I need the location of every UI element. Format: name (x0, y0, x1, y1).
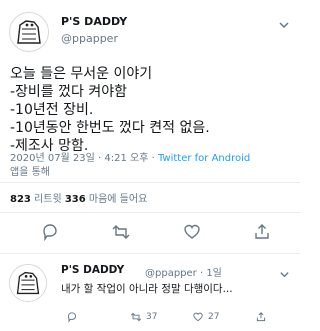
tweet-line: 오늘 들은 무서운 이야기 (10, 66, 153, 82)
action-bar (0, 222, 300, 244)
timestamp: 2020년 07월 23일 · 4:21 오후 · (10, 153, 158, 164)
like-icon[interactable] (182, 222, 202, 242)
share-icon[interactable] (252, 222, 272, 242)
share-icon[interactable] (255, 311, 267, 323)
chevron-down-icon[interactable] (278, 16, 290, 29)
reply-handle-time[interactable]: @ppapper · 1일 (145, 264, 222, 279)
reply-icon[interactable] (40, 222, 60, 242)
like-count[interactable]: 336 (65, 194, 86, 205)
cartoon-avatar-icon (10, 265, 46, 301)
tweet-line: -장비를 껐다 켜야함 (10, 84, 127, 100)
tweet-line: -10년동안 한번도 껐다 켠적 없음. (10, 120, 210, 136)
display-name[interactable]: P'S DADDY (61, 15, 127, 28)
reply-retweet[interactable]: 37 (130, 311, 157, 323)
reply-like-count: 27 (208, 312, 220, 322)
reply-action-bar: 37 27 (0, 311, 300, 327)
tweet-stats: 823 리트윗 336 마음에 들어요 (10, 190, 147, 205)
retweet-icon (130, 312, 142, 322)
tweet-meta: 2020년 07월 23일 · 4:21 오후 · Twitter for An… (10, 152, 295, 180)
reply-retweet-count: 37 (146, 312, 158, 322)
source-link[interactable]: Twitter for Android (158, 153, 250, 164)
reply-icon[interactable] (66, 311, 78, 323)
chevron-down-icon[interactable] (279, 265, 290, 278)
cartoon-avatar-icon (10, 13, 48, 51)
avatar[interactable] (9, 264, 47, 302)
divider (0, 253, 300, 254)
like-label: 마음에 들어요 (85, 194, 148, 205)
source-suffix: 앱을 통해 (10, 167, 50, 178)
tweet-text: 오늘 들은 무서운 이야기 -장비를 껐다 켜야함 -10년전 장비. -10년… (10, 65, 295, 155)
retweet-count[interactable]: 823 (10, 194, 31, 205)
user-handle[interactable]: @ppapper (61, 32, 118, 45)
divider (0, 212, 300, 213)
divider (0, 182, 300, 183)
tweet-line: -10년전 장비. (10, 102, 94, 118)
avatar[interactable] (9, 12, 49, 52)
reply-display-name[interactable]: P'S DADDY (61, 264, 124, 276)
retweet-label: 리트윗 (30, 194, 65, 205)
reply-text: 내가 할 작업이 아니라 정말 다행이다... (61, 283, 233, 295)
retweet-icon[interactable] (111, 222, 131, 242)
reply-like[interactable]: 27 (192, 311, 219, 323)
like-icon (193, 312, 203, 322)
